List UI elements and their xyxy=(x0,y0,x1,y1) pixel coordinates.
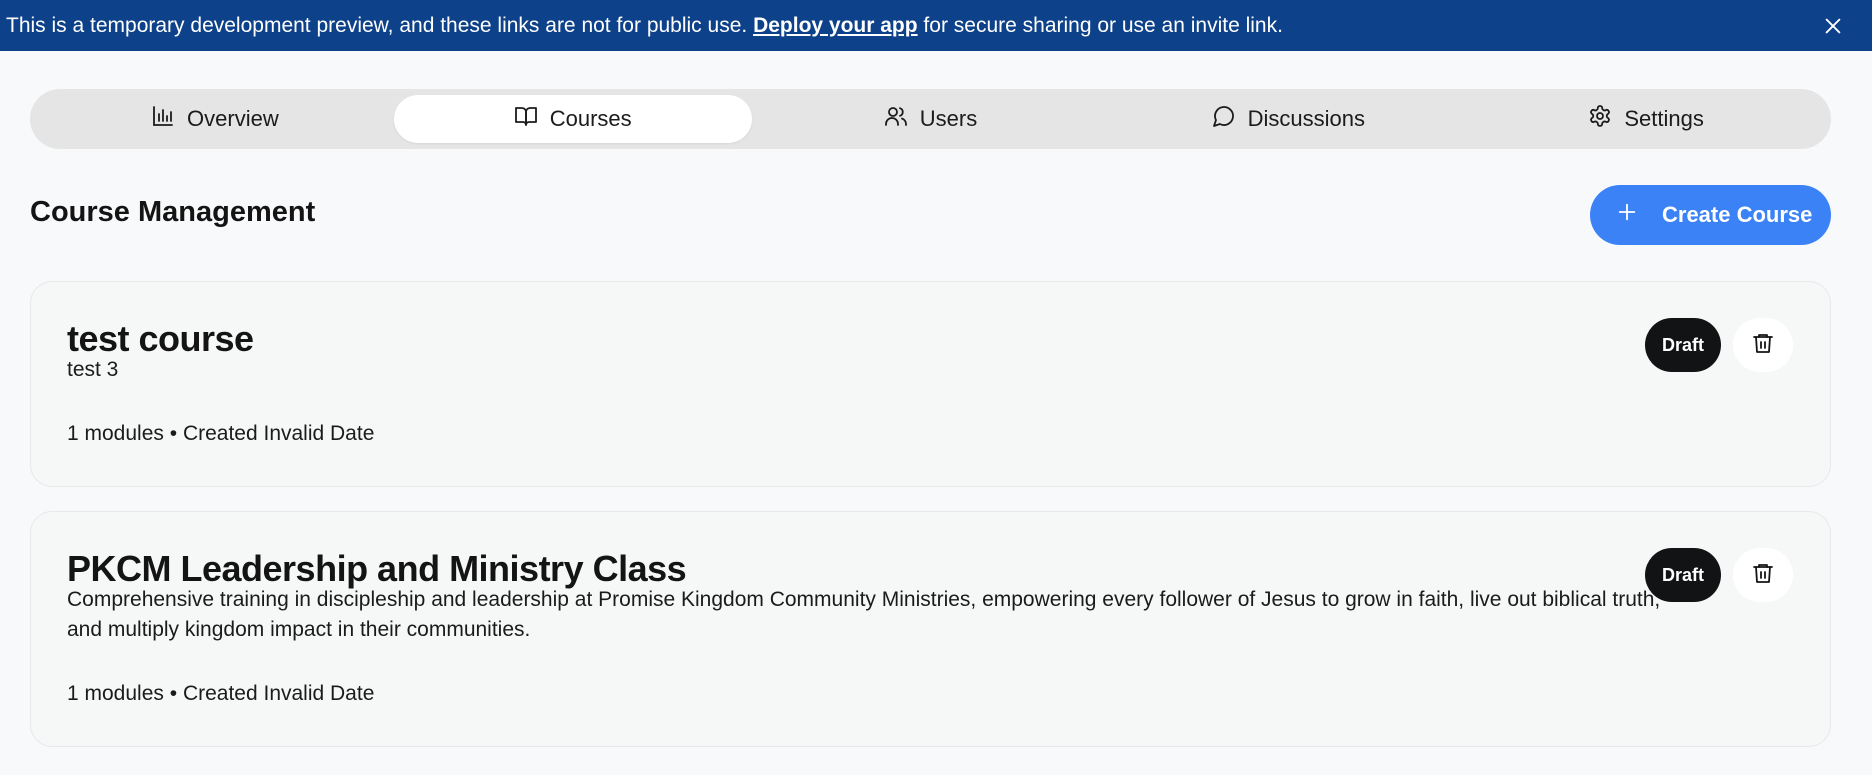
book-open-icon xyxy=(514,104,538,134)
bar-chart-icon xyxy=(151,104,175,134)
preview-banner: This is a temporary development preview,… xyxy=(0,0,1872,51)
tab-label: Settings xyxy=(1624,106,1704,131)
create-course-button[interactable]: Create Course xyxy=(1590,185,1831,245)
delete-course-button[interactable] xyxy=(1733,548,1793,602)
tab-courses[interactable]: Courses xyxy=(393,95,752,143)
course-card[interactable]: test course test 3 1 modules • Created I… xyxy=(30,281,1831,487)
banner-text-after: for secure sharing or use an invite link… xyxy=(917,13,1283,37)
plus-icon xyxy=(1616,201,1638,229)
meta-separator: • xyxy=(169,682,178,705)
tab-discussions[interactable]: Discussions xyxy=(1109,95,1467,143)
page-title: Course Management xyxy=(30,196,316,228)
course-created: Created Invalid Date xyxy=(182,422,375,445)
trash-icon xyxy=(1751,561,1775,590)
gear-icon xyxy=(1588,104,1612,134)
status-badge: Draft xyxy=(1645,318,1721,372)
course-title: test course xyxy=(67,318,254,359)
course-meta: 1 modules • Created Invalid Date xyxy=(67,682,374,706)
tab-users[interactable]: Users xyxy=(752,95,1110,143)
course-title: PKCM Leadership and Ministry Class xyxy=(67,548,687,589)
course-created: Created Invalid Date xyxy=(182,682,375,705)
deploy-app-link[interactable]: Deploy your app xyxy=(753,14,918,37)
tab-overview[interactable]: Overview xyxy=(36,95,394,143)
course-description: test 3 xyxy=(67,358,119,381)
course-card[interactable]: PKCM Leadership and Ministry Class Compr… xyxy=(30,511,1831,747)
tab-label: Courses xyxy=(549,106,632,131)
tab-label: Overview xyxy=(187,106,279,131)
main-tabs: Overview Courses Users Discussions Setti… xyxy=(30,89,1831,149)
delete-course-button[interactable] xyxy=(1733,318,1793,372)
meta-separator: • xyxy=(169,422,178,445)
create-course-label: Create Course xyxy=(1662,202,1813,227)
tab-settings[interactable]: Settings xyxy=(1467,95,1825,143)
banner-text: This is a temporary development preview,… xyxy=(6,14,1283,38)
users-icon xyxy=(884,104,908,134)
course-meta: 1 modules • Created Invalid Date xyxy=(67,422,374,446)
course-description: Comprehensive training in discipleship a… xyxy=(67,588,1661,641)
course-modules: 1 modules xyxy=(67,422,164,445)
trash-icon xyxy=(1751,331,1775,360)
tab-label: Discussions xyxy=(1247,106,1365,131)
course-modules: 1 modules xyxy=(67,682,164,705)
tab-label: Users xyxy=(919,106,978,131)
status-badge: Draft xyxy=(1645,548,1721,602)
x-icon[interactable] xyxy=(1822,15,1844,37)
message-circle-icon xyxy=(1212,104,1236,134)
banner-text-before: This is a temporary development preview,… xyxy=(6,13,754,37)
